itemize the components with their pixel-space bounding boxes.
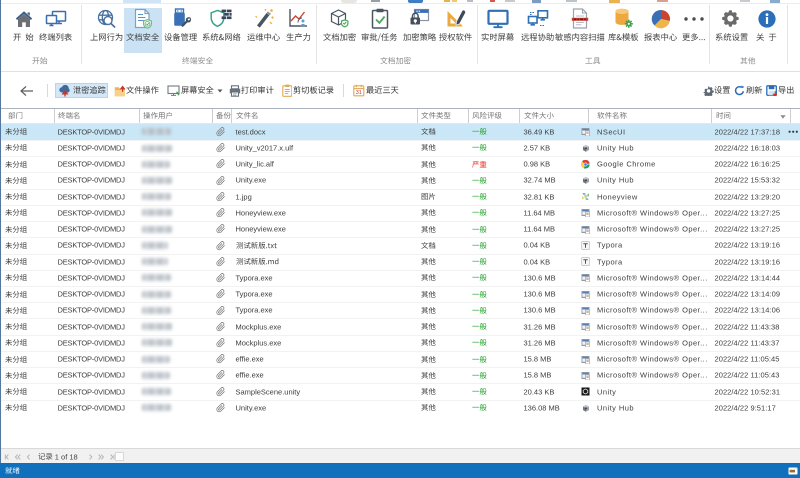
svg-text:31: 31 [356,90,362,96]
